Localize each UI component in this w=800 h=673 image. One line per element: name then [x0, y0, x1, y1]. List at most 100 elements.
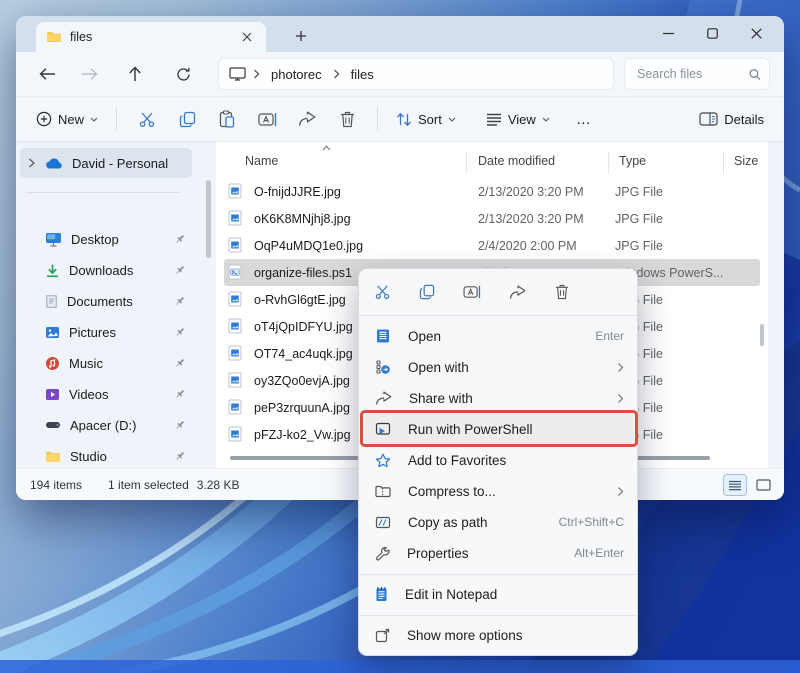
menu-divider — [360, 315, 637, 316]
breadcrumb-photorec[interactable]: photorec — [267, 65, 326, 84]
column-type[interactable]: Type — [619, 154, 646, 168]
file-name: OqP4uMDQ1e0.jpg — [254, 239, 363, 253]
search-box[interactable] — [624, 58, 770, 90]
forward-button[interactable] — [72, 58, 106, 90]
menu-shortcut: Enter — [595, 329, 624, 343]
search-icon — [749, 68, 761, 81]
ellipsis-icon: … — [576, 111, 592, 128]
this-pc-icon — [229, 67, 246, 81]
sidebar-item-pictures[interactable]: Pictures — [20, 317, 192, 347]
back-button[interactable] — [30, 58, 64, 90]
share-button[interactable] — [287, 103, 327, 135]
menu-item-compress-to[interactable]: Compress to... — [364, 476, 634, 506]
file-row[interactable]: OqP4uMDQ1e0.jpg 2/4/2020 2:00 PM JPG Fil… — [224, 232, 760, 259]
sort-arrows-icon — [396, 112, 412, 127]
jpg-file-icon — [228, 210, 242, 226]
file-type: JPG File — [615, 212, 663, 226]
column-date-modified[interactable]: Date modified — [478, 154, 555, 168]
sidebar-scrollbar[interactable] — [206, 180, 211, 258]
cut-icon[interactable] — [369, 279, 395, 305]
menu-item-label: Open with — [408, 360, 600, 375]
rename-button[interactable] — [247, 103, 287, 135]
details-pane-button[interactable]: Details — [691, 106, 772, 133]
file-date: 2/13/2020 3:20 PM — [478, 185, 584, 199]
share-icon[interactable] — [504, 279, 530, 305]
sidebar-item-videos[interactable]: Videos — [20, 379, 192, 409]
column-headers: Name Date modified Type Size — [216, 150, 768, 176]
sort-button[interactable]: Sort — [388, 106, 464, 133]
pin-icon — [174, 388, 186, 400]
menu-item-share-with[interactable]: Share with — [364, 383, 634, 413]
chevron-down-icon — [448, 117, 456, 122]
drive-icon — [45, 421, 61, 429]
sidebar-item-downloads[interactable]: Downloads — [20, 255, 192, 285]
sidebar-item-studio[interactable]: Studio — [20, 441, 192, 471]
file-row[interactable]: oK6K8MNjhj8.jpg 2/13/2020 3:20 PM JPG Fi… — [224, 205, 760, 232]
submenu-chevron-icon — [617, 362, 624, 373]
up-button[interactable] — [118, 58, 152, 90]
more-options-button[interactable]: … — [568, 105, 600, 134]
menu-item-edit-in-notepad[interactable]: Edit in Notepad — [364, 579, 634, 609]
context-menu: Open Enter Open with Share with Run with… — [358, 268, 638, 656]
rename-icon[interactable] — [459, 279, 485, 305]
maximize-button[interactable] — [690, 16, 734, 50]
cut-button[interactable] — [127, 103, 167, 135]
sidebar-item-desktop[interactable]: Desktop — [20, 224, 192, 254]
new-tab-button[interactable] — [288, 24, 314, 48]
address-bar[interactable]: photorec files — [218, 58, 614, 90]
breadcrumb-files[interactable]: files — [347, 65, 378, 84]
sidebar-item-label: Pictures — [69, 325, 165, 340]
menu-item-open-with[interactable]: Open with — [364, 352, 634, 382]
new-button[interactable]: New — [28, 105, 106, 133]
menu-item-label: Share with — [409, 391, 600, 406]
refresh-button[interactable] — [166, 58, 200, 90]
minimize-button[interactable] — [646, 16, 690, 50]
menu-item-copy-as-path[interactable]: Copy as path Ctrl+Shift+C — [364, 507, 634, 537]
pin-icon — [174, 264, 186, 276]
search-input[interactable] — [637, 67, 749, 81]
column-divider[interactable] — [466, 152, 467, 174]
column-divider[interactable] — [723, 152, 724, 174]
close-button[interactable] — [734, 16, 778, 50]
menu-item-run-with-powershell[interactable]: Run with PowerShell — [364, 414, 634, 444]
menu-item-label: Run with PowerShell — [408, 422, 624, 437]
jpg-file-icon — [228, 183, 242, 199]
details-view-button[interactable] — [724, 475, 746, 495]
jpg-file-icon — [228, 345, 242, 361]
sidebar-item-apacer-drive[interactable]: Apacer (D:) — [20, 410, 192, 440]
run-powershell-icon — [375, 422, 391, 437]
column-name[interactable]: Name — [245, 154, 278, 168]
delete-button[interactable] — [327, 103, 367, 135]
file-name: oy3ZQo0evjA.jpg — [254, 374, 350, 388]
menu-item-add-to-favorites[interactable]: Add to Favorites — [364, 445, 634, 475]
pin-icon — [174, 295, 186, 307]
copy-button[interactable] — [167, 103, 207, 135]
sidebar-item-documents[interactable]: Documents — [20, 286, 192, 316]
desktop: files — [0, 0, 800, 673]
copy-icon[interactable] — [414, 279, 440, 305]
sidebar-item-music[interactable]: Music — [20, 348, 192, 378]
column-size[interactable]: Size — [734, 154, 758, 168]
documents-icon — [45, 294, 58, 309]
file-row[interactable]: O-fnijdJJRE.jpg 2/13/2020 3:20 PM JPG Fi… — [224, 178, 760, 205]
file-name: organize-files.ps1 — [254, 266, 352, 280]
delete-icon[interactable] — [549, 279, 575, 305]
vertical-scrollbar[interactable] — [760, 324, 764, 346]
pin-icon — [174, 233, 186, 245]
paste-button[interactable] — [207, 103, 247, 135]
menu-shortcut: Ctrl+Shift+C — [559, 515, 624, 529]
menu-item-label: Copy as path — [408, 515, 542, 530]
menu-item-show-more-options[interactable]: Show more options — [364, 620, 634, 650]
menu-divider — [360, 615, 637, 616]
thumbnail-view-button[interactable] — [752, 475, 774, 495]
tab-label: files — [70, 30, 230, 44]
sidebar-item-onedrive[interactable]: David - Personal — [20, 148, 192, 178]
view-button[interactable]: View — [478, 106, 558, 133]
menu-item-properties[interactable]: Properties Alt+Enter — [364, 538, 634, 568]
tab-files[interactable]: files — [36, 22, 266, 52]
menu-item-open[interactable]: Open Enter — [364, 321, 634, 351]
column-divider[interactable] — [608, 152, 609, 174]
details-pane-icon — [699, 112, 718, 126]
tab-close-icon[interactable] — [238, 28, 256, 46]
command-toolbar: New Sort V — [16, 96, 784, 142]
